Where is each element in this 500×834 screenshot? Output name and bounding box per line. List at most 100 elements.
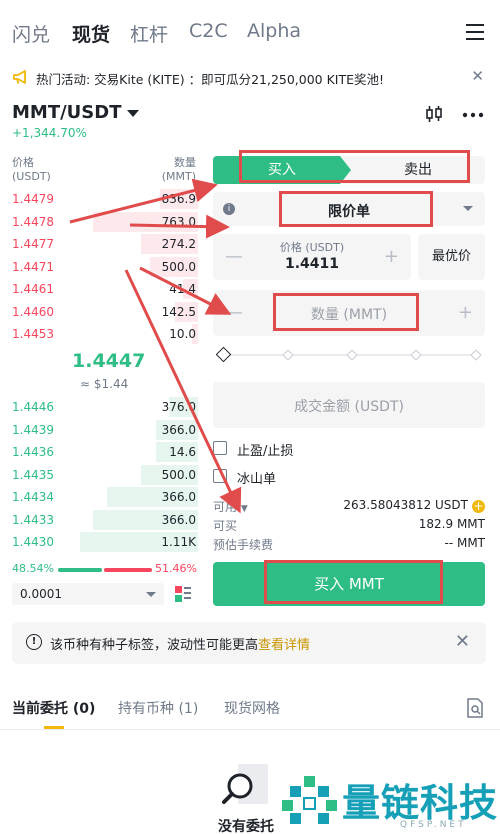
ask-row[interactable]: 1.4453 10.0 (0, 323, 200, 345)
ask-qty: 500.0 (161, 259, 196, 274)
bid-qty: 14.6 (169, 445, 196, 459)
tab-c2c[interactable]: C2C (189, 20, 228, 42)
bid-price: 1.4430 (12, 535, 54, 549)
bid-qty: 1.11K (161, 535, 196, 549)
total-input[interactable]: 成交金额 (USDT) (213, 382, 485, 428)
ask-qty: 10.0 (169, 327, 196, 341)
bid-row[interactable]: 1.4433 366.0 (0, 509, 200, 531)
order-history-icon[interactable] (466, 698, 484, 718)
ask-qty: 41.4 (169, 282, 196, 296)
annotation-box-order-type (279, 191, 433, 227)
bid-row[interactable]: 1.4430 1.11K (0, 531, 200, 553)
increase-price-button[interactable]: + (384, 246, 399, 267)
last-price: 1.4447 (72, 350, 146, 372)
annotation-box-submit (264, 560, 443, 604)
price-change: +1,344.70% (12, 126, 87, 140)
bid-row[interactable]: 1.4434 366.0 (0, 486, 200, 508)
bid-price: 1.4433 (12, 512, 54, 527)
best-price-button[interactable]: 最优价 (418, 234, 485, 280)
bid-row[interactable]: 1.4439 366.0 (0, 419, 200, 441)
notice-text: 该币种有种子标签，波动性可能更高 (50, 638, 259, 653)
candlestick-icon[interactable] (424, 104, 444, 124)
can-buy-value: 182.9 MMT (418, 517, 485, 531)
ask-row[interactable]: 1.4460 142.5 (0, 301, 200, 323)
can-buy-row: 可买 182.9 MMT (213, 517, 485, 533)
bid-qty: 366.0 (161, 490, 196, 504)
ask-price: 1.4477 (12, 237, 54, 251)
bid-price: 1.4436 (12, 445, 54, 459)
available-value: 263.58043812 USDT (343, 498, 468, 512)
ask-row[interactable]: 1.4461 41.4 (0, 278, 200, 300)
bid-row[interactable]: 1.4446 376.0 (0, 396, 200, 418)
bid-price: 1.4435 (12, 467, 54, 482)
sell-ratio: 51.46% (155, 562, 197, 575)
annotation-box-side-tabs (239, 150, 470, 183)
last-price-usd: ≈ $1.44 (80, 377, 129, 391)
ask-row[interactable]: 1.4478 763.0 (0, 211, 200, 233)
ask-price: 1.4479 (12, 192, 54, 206)
risk-notice: ! 该币种有种子标签，波动性可能更高查看详情 ✕ (12, 622, 486, 664)
pair-symbol: MMT/USDT (12, 102, 122, 123)
announcement-bar[interactable]: 热门活动: 交易Kite (KITE) ：即可瓜分21,250,000 KITE… (0, 64, 500, 92)
deposit-icon[interactable]: + (472, 500, 485, 513)
ask-row[interactable]: 1.4471 500.0 (0, 256, 200, 278)
tab-open-orders[interactable]: 当前委托 (0) (12, 698, 95, 718)
close-icon[interactable]: ✕ (471, 67, 484, 85)
bid-row[interactable]: 1.4436 14.6 (0, 441, 200, 463)
chevron-down-icon: ▼ (240, 504, 248, 514)
watermark-logo-icon (282, 776, 337, 824)
empty-state-text: 没有委托 (218, 819, 274, 834)
notice-link[interactable]: 查看详情 (258, 638, 310, 653)
orders-tabs: 当前委托 (0) 持有币种 (1) 现货网格 (0, 690, 500, 730)
watermark-domain: QFSP.NET (400, 820, 467, 830)
ask-qty: 274.2 (161, 237, 196, 251)
orderbook-qty-header: 数量 (MMT) (161, 156, 196, 183)
bid-qty: 366.0 (161, 422, 196, 437)
ask-price: 1.4471 (12, 259, 54, 274)
chevron-down-icon (463, 206, 473, 211)
tick-size-select[interactable]: 0.0001 (12, 583, 164, 605)
tab-spot[interactable]: 现货 (72, 20, 110, 47)
ask-price: 1.4453 (12, 327, 54, 341)
bid-qty: 366.0 (161, 512, 196, 527)
pair-selector[interactable]: MMT/USDT (12, 102, 140, 123)
buy-ratio: 48.54% (12, 562, 54, 575)
ask-price: 1.4478 (12, 214, 54, 229)
amount-slider[interactable] (215, 346, 482, 363)
ask-qty: 836.9 (161, 192, 196, 206)
ask-row[interactable]: 1.4477 274.2 (0, 233, 200, 255)
price-value[interactable]: 1.4411 (213, 256, 411, 272)
empty-search-icon (222, 764, 268, 804)
close-icon[interactable]: ✕ (455, 631, 470, 652)
bid-price: 1.4434 (12, 490, 54, 504)
tab-margin[interactable]: 杠杆 (130, 20, 168, 47)
bid-qty: 500.0 (161, 467, 196, 482)
buy-sell-ratio: 48.54% 51.46% (12, 562, 197, 578)
tab-holdings[interactable]: 持有币种 (1) (118, 698, 198, 718)
tab-spot-grid[interactable]: 现货网格 (224, 698, 280, 718)
bid-row[interactable]: 1.4435 500.0 (0, 464, 200, 486)
chevron-down-icon (127, 109, 140, 117)
menu-icon[interactable] (466, 24, 484, 40)
increase-qty-button[interactable]: + (458, 302, 473, 323)
orderbook-layout-icon[interactable] (173, 584, 193, 604)
tab-alpha[interactable]: Alpha (247, 20, 301, 42)
watermark-text: 量链科技 (342, 781, 499, 825)
price-label: 价格 (USDT) (279, 241, 345, 254)
bid-price: 1.4439 (12, 422, 54, 437)
orderbook-price-header: 价格 (USDT) (12, 156, 51, 183)
alert-icon: ! (26, 634, 42, 650)
price-input[interactable]: — 价格 (USDT) 1.4411 + (213, 234, 411, 280)
fee-value: -- MMT (444, 536, 485, 550)
tab-convert[interactable]: 闪兑 (12, 20, 50, 47)
annotation-box-quantity (273, 293, 419, 331)
more-icon[interactable] (462, 112, 484, 118)
watermark: 量链科技 QFSP.NET (282, 770, 500, 834)
announcement-text: 热门活动: 交易Kite (KITE) ：即可瓜分21,250,000 KITE… (36, 72, 385, 87)
ask-qty: 142.5 (161, 304, 196, 319)
ask-price: 1.4460 (12, 304, 54, 319)
ask-price: 1.4461 (12, 282, 54, 296)
top-nav: 闪兑 现货 杠杆 C2C Alpha (0, 0, 500, 60)
ask-row[interactable]: 1.4479 836.9 (0, 188, 200, 210)
megaphone-icon (13, 70, 26, 84)
